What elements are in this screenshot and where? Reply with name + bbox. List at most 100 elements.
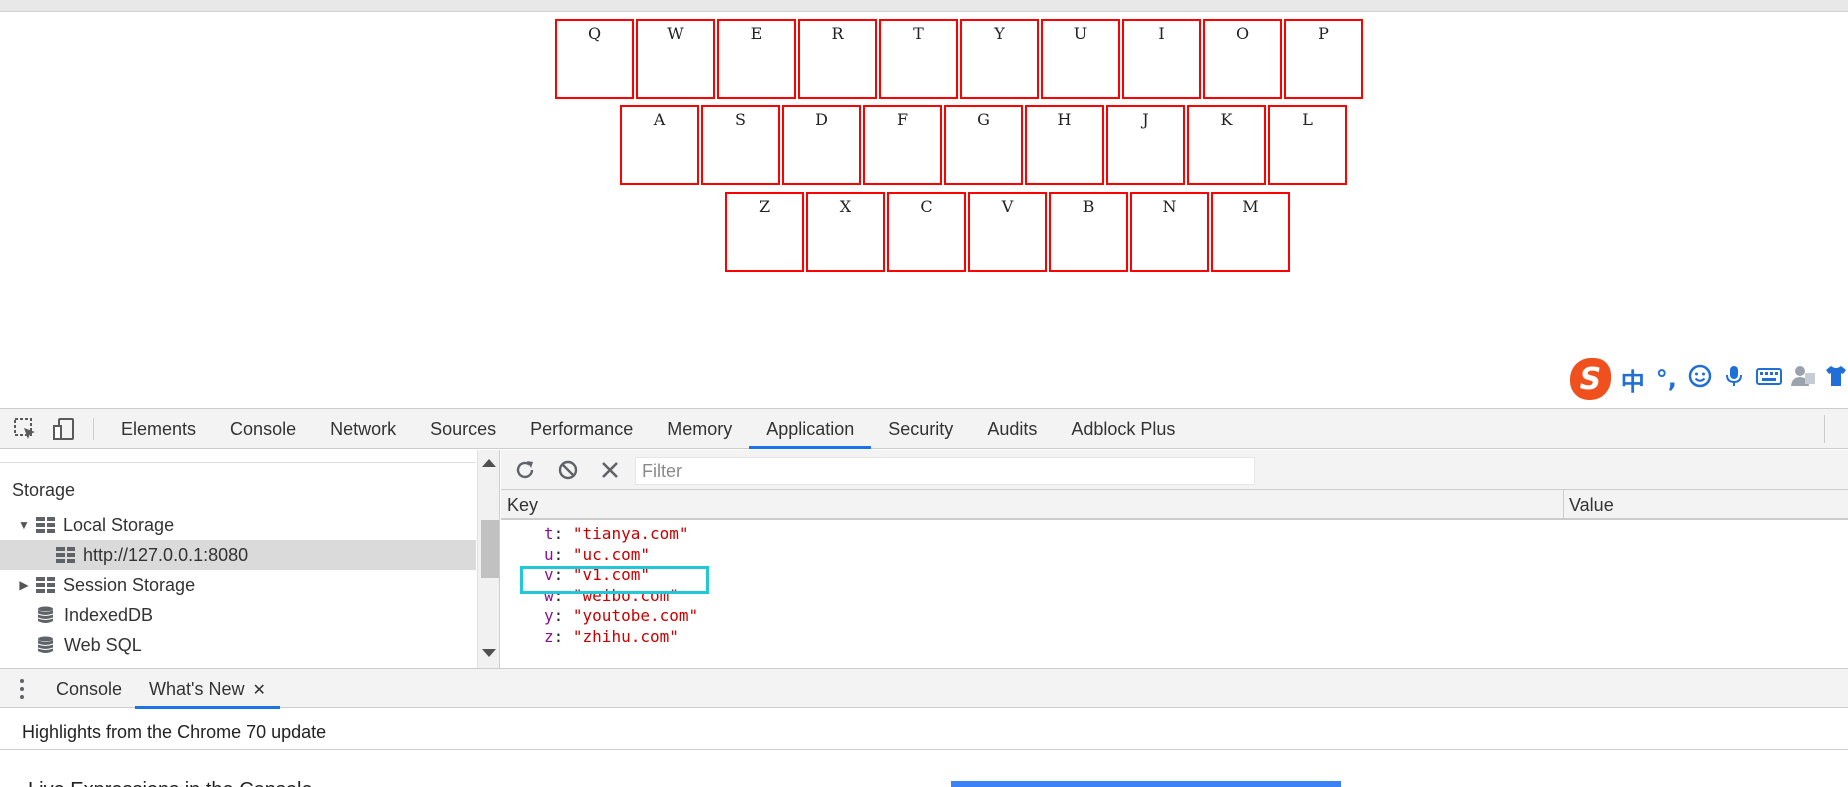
column-resizer[interactable]: [1563, 490, 1564, 520]
key-e[interactable]: E: [717, 19, 796, 99]
devtools-tabs: Elements Console Network Sources Performance…: [104, 409, 1192, 449]
whats-new-item-title[interactable]: Live Expressions in the Console: [28, 779, 313, 787]
sidebar-item-session-storage[interactable]: ▶ Session Storage: [0, 570, 476, 600]
key-w[interactable]: W: [636, 19, 715, 99]
key-u[interactable]: U: [1041, 19, 1120, 99]
delete-selected-icon[interactable]: [598, 458, 622, 482]
key-f[interactable]: F: [863, 105, 942, 185]
tab-bar-separator: [93, 418, 94, 440]
sidebar-item-label: Session Storage: [63, 574, 196, 595]
key-s[interactable]: S: [701, 105, 780, 185]
sidebar-item-indexeddb[interactable]: IndexedDB: [0, 600, 476, 630]
key-b[interactable]: B: [1049, 192, 1128, 272]
entry-separator: :: [553, 626, 573, 646]
entry-key: z: [544, 626, 554, 646]
keyboard-row-1: QWERTYUIOP: [555, 19, 1363, 99]
more-options-icon[interactable]: [20, 679, 26, 699]
entry-separator: :: [553, 524, 573, 543]
sidebar-item-label: Web SQL: [64, 634, 142, 655]
key-j[interactable]: J: [1106, 105, 1185, 185]
entry-key: y: [544, 606, 554, 625]
devtools-panel: Elements Console Network Sources Performance…: [0, 408, 1848, 787]
entry-separator: :: [553, 606, 573, 625]
tab-security[interactable]: Security: [871, 409, 970, 449]
clear-all-icon[interactable]: [556, 458, 580, 482]
chinese-mode-toggle[interactable]: 中: [1621, 362, 1645, 397]
key-z[interactable]: Z: [725, 192, 804, 272]
tab-console[interactable]: Console: [213, 409, 313, 449]
key-m[interactable]: M: [1211, 192, 1290, 272]
scroll-down-icon[interactable]: [482, 649, 496, 657]
punctuation-toggle[interactable]: °,: [1655, 365, 1678, 393]
grid-icon: [36, 577, 55, 593]
smile-icon[interactable]: [1688, 364, 1712, 394]
sidebar-item-web-sql[interactable]: Web SQL: [0, 630, 476, 660]
table-row[interactable]: z: "zhihu.com": [544, 625, 679, 649]
key-x[interactable]: X: [806, 192, 885, 272]
close-icon[interactable]: ✕: [252, 682, 265, 699]
key-t[interactable]: T: [879, 19, 958, 99]
key-o[interactable]: O: [1203, 19, 1282, 99]
key-y[interactable]: Y: [960, 19, 1039, 99]
key-r[interactable]: R: [798, 19, 877, 99]
key-i[interactable]: I: [1122, 19, 1201, 99]
drawer-tab-whats-new[interactable]: What's New ✕: [135, 669, 280, 709]
grid-icon: [36, 517, 55, 533]
key-g[interactable]: G: [944, 105, 1023, 185]
table-header: Key Value: [501, 490, 1848, 520]
drawer-divider: [0, 749, 1848, 750]
tab-application[interactable]: Application: [749, 409, 872, 449]
expand-triangle-icon[interactable]: ▼: [18, 518, 30, 532]
column-header-value[interactable]: Value: [1569, 495, 1614, 516]
key-h[interactable]: H: [1025, 105, 1104, 185]
tab-adblock-plus[interactable]: Adblock Plus: [1054, 409, 1192, 449]
column-header-key[interactable]: Key: [507, 495, 538, 516]
device-toolbar-icon[interactable]: [52, 417, 76, 441]
shirt-icon[interactable]: [1824, 364, 1848, 394]
entry-key: u: [544, 544, 554, 564]
inspect-element-icon[interactable]: [13, 417, 37, 441]
key-l[interactable]: L: [1268, 105, 1347, 185]
storage-toolbar: [501, 450, 1848, 490]
filter-input[interactable]: [635, 457, 1255, 485]
ime-toolbar: S 中 °,: [1570, 358, 1848, 400]
key-k[interactable]: K: [1187, 105, 1266, 185]
database-icon: [37, 606, 54, 624]
storage-heading: Storage: [12, 480, 76, 500]
sidebar-item-local-storage[interactable]: ▼ Local Storage: [0, 510, 476, 540]
tab-sources[interactable]: Sources: [413, 409, 513, 449]
drawer-tab-bar: Console What's New ✕: [0, 668, 1848, 709]
drawer-tab-console[interactable]: Console: [56, 669, 122, 709]
tab-performance[interactable]: Performance: [513, 409, 650, 449]
tab-network[interactable]: Network: [313, 409, 413, 449]
scroll-up-icon[interactable]: [482, 459, 496, 467]
key-p[interactable]: P: [1284, 19, 1363, 99]
key-n[interactable]: N: [1130, 192, 1209, 272]
tab-memory[interactable]: Memory: [650, 409, 749, 449]
key-a[interactable]: A: [620, 105, 699, 185]
sidebar-item-label: http://127.0.0.1:8080: [83, 544, 249, 565]
refresh-icon[interactable]: [513, 458, 537, 482]
tab-bar-separator-right: [1824, 415, 1825, 443]
mic-icon[interactable]: [1722, 364, 1746, 394]
grid-icon: [56, 547, 75, 563]
scrollbar-thumb[interactable]: [481, 520, 499, 578]
database-icon: [37, 636, 54, 654]
tab-audits[interactable]: Audits: [970, 409, 1054, 449]
user-icon[interactable]: [1790, 364, 1815, 394]
key-d[interactable]: D: [782, 105, 861, 185]
keyboard-icon[interactable]: [1756, 364, 1782, 394]
key-v[interactable]: V: [968, 192, 1047, 272]
sidebar-scrollbar[interactable]: [477, 450, 499, 668]
key-c[interactable]: C: [887, 192, 966, 272]
sidebar-item-origin[interactable]: http://127.0.0.1:8080: [0, 540, 476, 570]
entry-separator: :: [553, 544, 573, 564]
entry-value: "youtobe.com": [572, 606, 699, 625]
key-q[interactable]: Q: [555, 19, 634, 99]
whats-new-image: [951, 781, 1341, 787]
tab-elements[interactable]: Elements: [104, 409, 213, 449]
sidebar-divider: [0, 462, 476, 463]
collapse-triangle-icon[interactable]: ▶: [18, 578, 30, 592]
sogou-logo-icon[interactable]: S: [1570, 358, 1611, 400]
entry-key: t: [544, 524, 554, 543]
